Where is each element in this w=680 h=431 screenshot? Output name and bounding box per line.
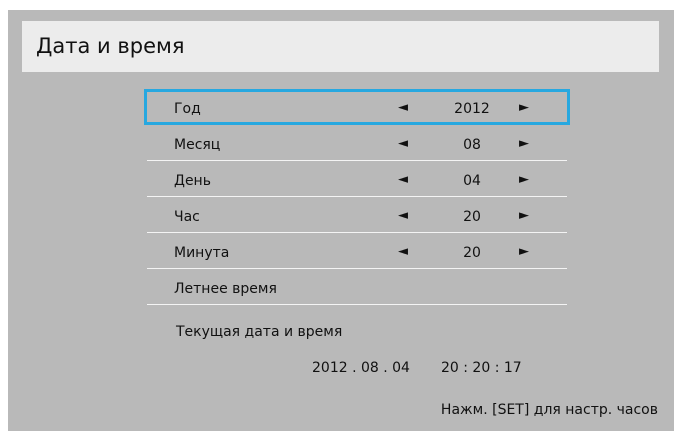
menu-row-hour[interactable]: Час ◄ 20 ►: [147, 197, 567, 233]
arrow-right-icon[interactable]: ►: [519, 244, 529, 260]
month-value: 08: [463, 137, 481, 153]
set-hint-text: Нажм. [SET] для настр. часов: [440, 402, 658, 418]
menu-row-label: Час: [174, 209, 200, 225]
date-time-menu: Год ◄ 2012 ► Месяц ◄ 08 ► День ◄ 04 ► Ча…: [144, 89, 570, 305]
year-value: 2012: [454, 101, 490, 117]
current-time-value: 20 : 20 : 17: [441, 360, 522, 376]
arrow-left-icon[interactable]: ◄: [398, 208, 408, 224]
header-bar: Дата и время: [22, 21, 659, 72]
minute-value: 20: [463, 245, 481, 261]
page-title: Дата и время: [36, 34, 185, 58]
current-datetime-label: Текущая дата и время: [176, 324, 343, 340]
menu-row-month[interactable]: Месяц ◄ 08 ►: [147, 125, 567, 161]
arrow-left-icon[interactable]: ◄: [398, 136, 408, 152]
menu-row-minute[interactable]: Минута ◄ 20 ►: [147, 233, 567, 269]
menu-row-daylight-saving[interactable]: Летнее время: [147, 269, 567, 305]
menu-row-year[interactable]: Год ◄ 2012 ►: [144, 89, 570, 125]
menu-row-label: Минута: [174, 245, 230, 261]
arrow-left-icon[interactable]: ◄: [398, 244, 408, 260]
arrow-left-icon[interactable]: ◄: [398, 172, 408, 188]
arrow-right-icon[interactable]: ►: [519, 136, 529, 152]
menu-row-label: Летнее время: [174, 281, 277, 297]
menu-row-day[interactable]: День ◄ 04 ►: [147, 161, 567, 197]
osd-panel: Дата и время Год ◄ 2012 ► Месяц ◄ 08 ► Д…: [8, 10, 674, 431]
menu-row-label: День: [174, 173, 211, 189]
arrow-right-icon[interactable]: ►: [519, 208, 529, 224]
arrow-left-icon[interactable]: ◄: [398, 100, 408, 116]
arrow-right-icon[interactable]: ►: [519, 100, 529, 116]
day-value: 04: [463, 173, 481, 189]
hour-value: 20: [463, 209, 481, 225]
menu-row-label: Год: [174, 101, 201, 117]
current-date-value: 2012 . 08 . 04: [312, 360, 410, 376]
arrow-right-icon[interactable]: ►: [519, 172, 529, 188]
menu-row-label: Месяц: [174, 137, 221, 153]
